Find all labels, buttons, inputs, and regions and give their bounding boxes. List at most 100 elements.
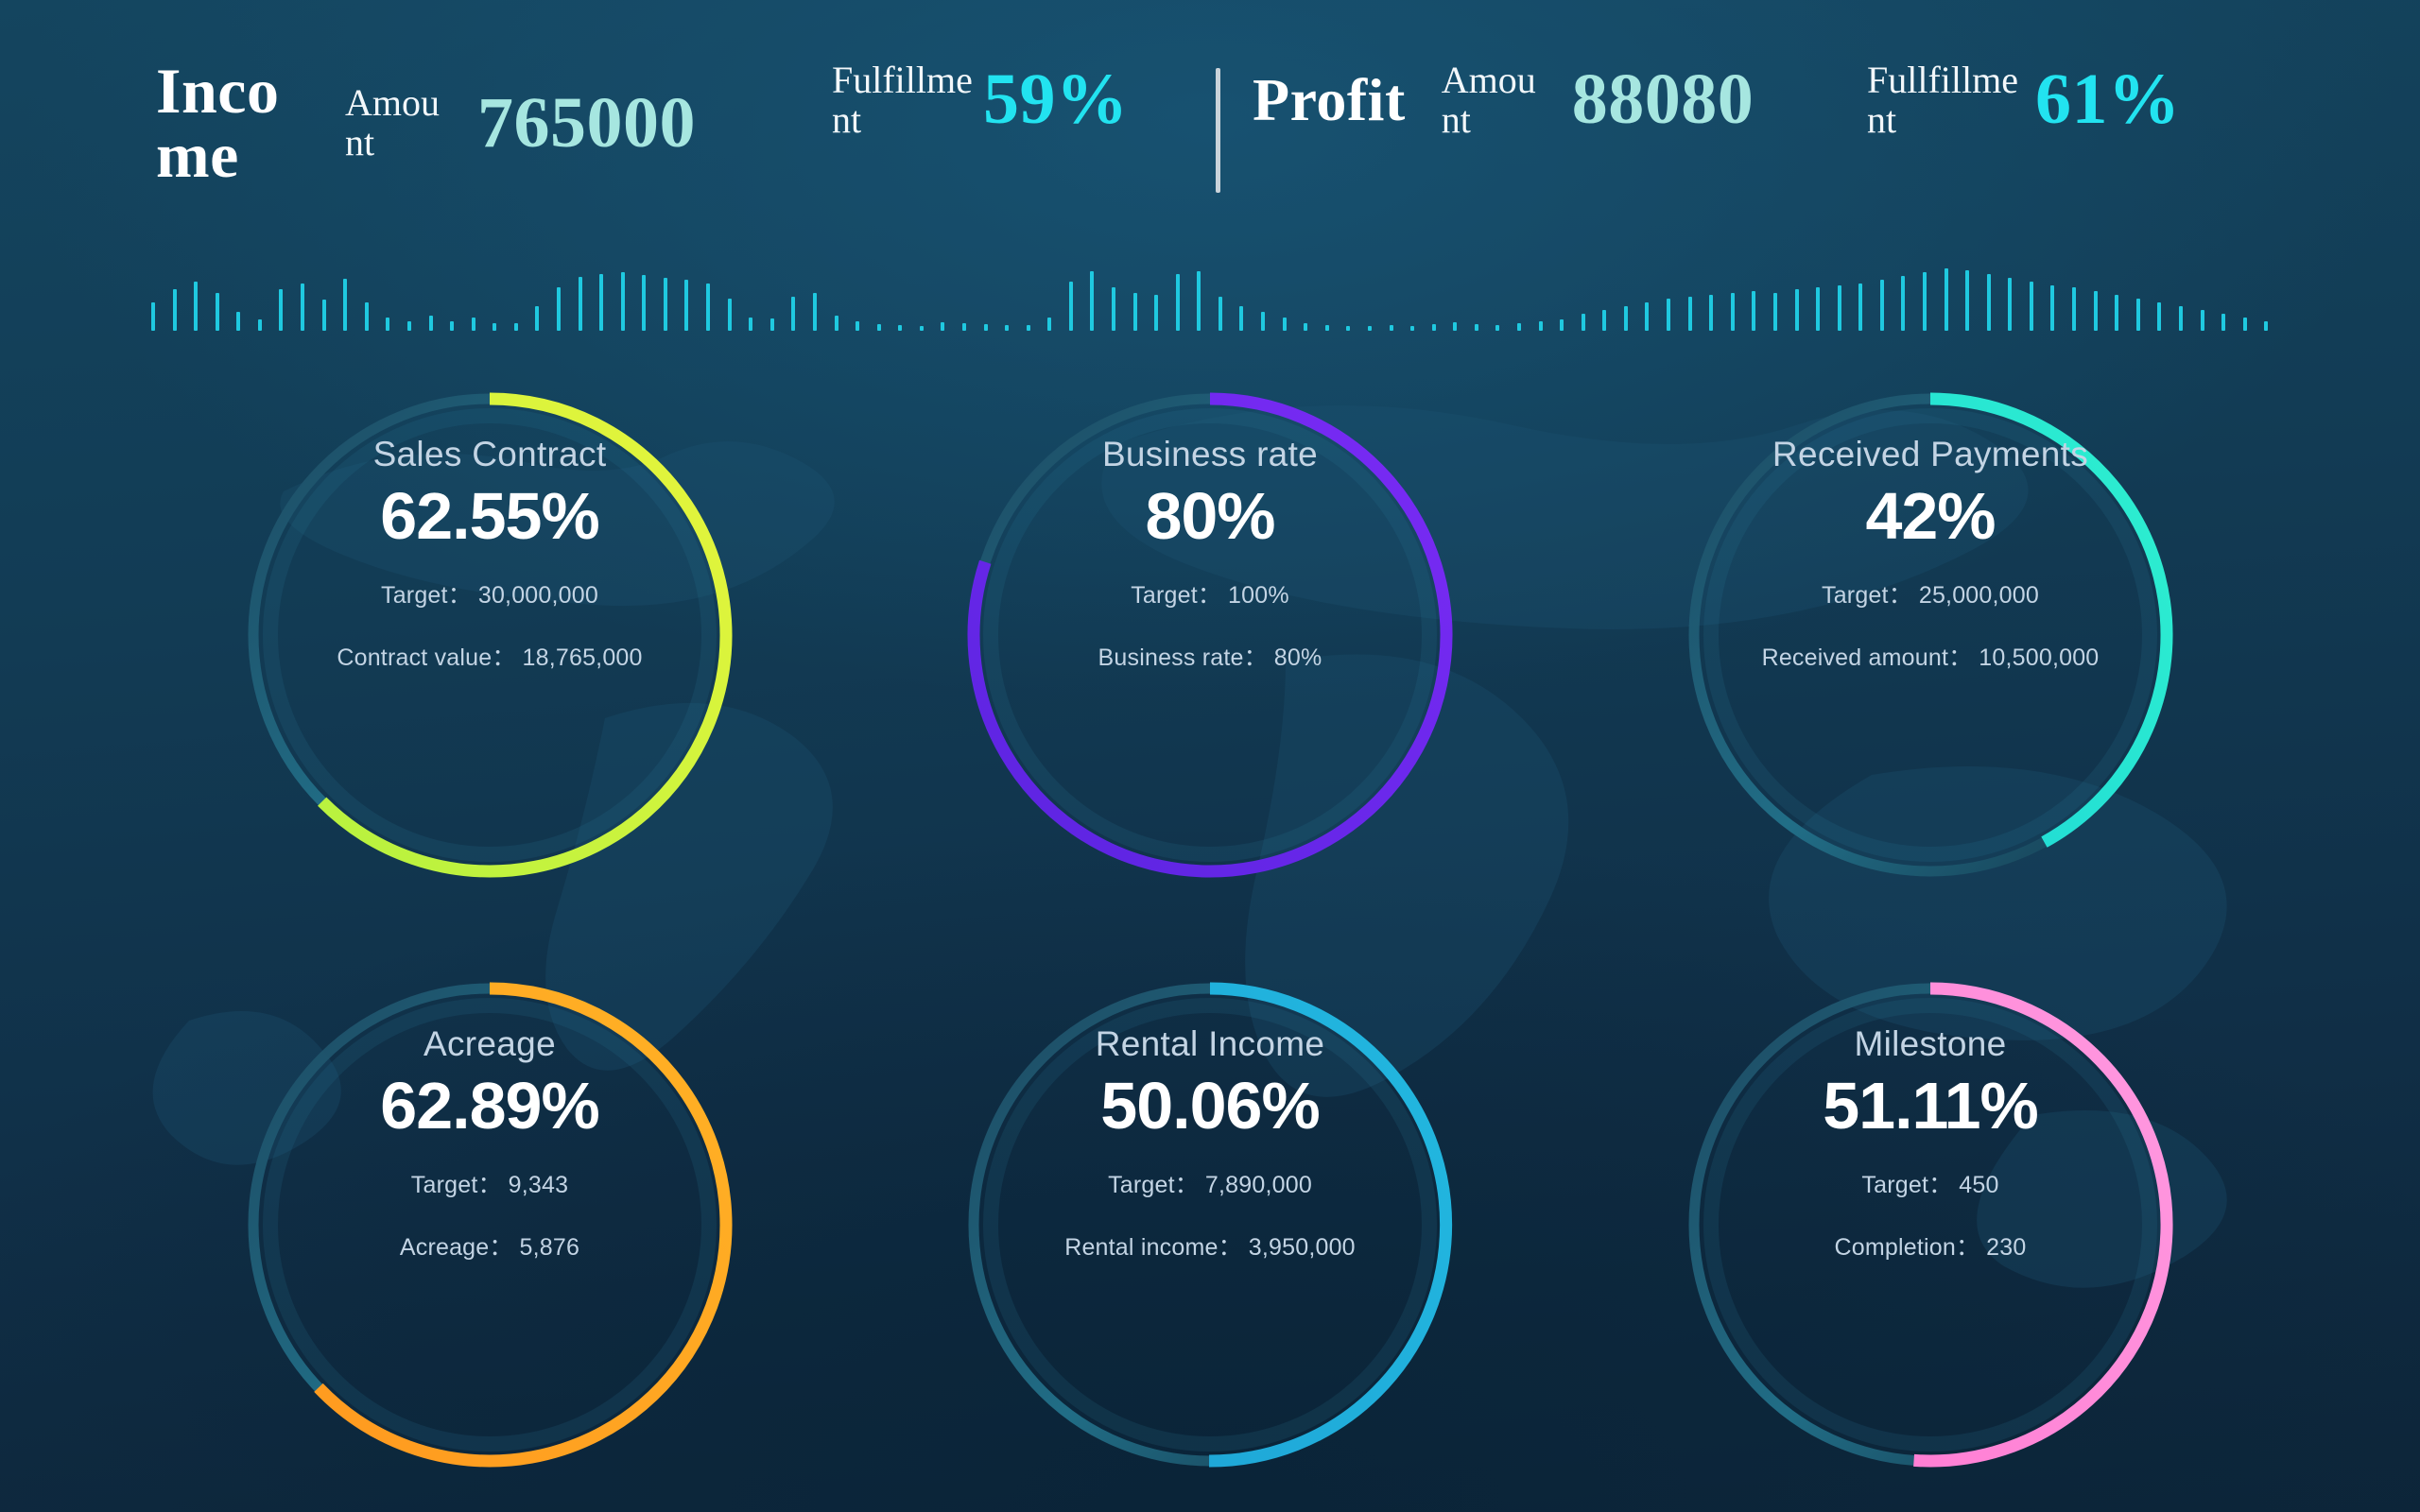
gauge-meta-label: Contract value [337,644,493,671]
waveform-bar [834,316,838,331]
waveform-bar [321,300,326,331]
gauge-meta-target: Target： 450 [1861,1166,1998,1200]
gauge-meta-label: Target [381,582,448,609]
waveform-bar [1026,325,1030,331]
waveform-bar [961,323,966,331]
waveform-bar [343,279,348,331]
waveform-bar [1453,322,1458,331]
waveform-bar [1772,293,1777,331]
gauge-meta-value: 7,890,000 [1198,1172,1312,1198]
gauge-meta-target: Target： 9,343 [411,1166,568,1200]
waveform-bar [1687,297,1692,331]
gauge-meta-value: Completion： 230 [1835,1228,2027,1263]
gauge-content: Rental Income 50.06% Target： 7,890,000 Rent… [917,1024,1503,1263]
kpi-profit-fulfillment-label: Fullfillme nt [1867,58,2018,141]
gauge-percent: 42% [1865,479,1996,553]
gauge-title: Received Payments [1772,435,2089,473]
gauge-card[interactable]: Received Payments 42% Target： 25,000,000 Re… [1637,352,2223,919]
waveform-bar [364,302,369,331]
kpi-income-amount-label: Amou nt [345,81,440,163]
waveform-bar [1816,287,1821,331]
waveform-bar [1304,323,1308,331]
gauge-percent: 80% [1145,479,1275,553]
gauge-meta-target: Target： 30,000,000 [381,576,598,610]
waveform-bar [749,318,753,331]
kpi-profit-fulfillment: Fullfillme nt 61% [1867,59,2181,141]
waveform-bar [257,319,262,331]
waveform-bar [1154,295,1159,331]
kpi-income-amount: Inco me Amou nt 765000 [156,59,696,187]
gauge-meta-separator: ： [1948,644,1973,671]
waveform-bar [1005,325,1010,331]
waveform-bar [1623,306,1628,331]
waveform-bar [1879,280,1884,331]
waveform-bar [1047,318,1052,331]
gauge-meta-separator: ： [1928,1172,1953,1198]
waveform-bar [1132,293,1137,331]
waveform-bar [1730,293,1735,331]
waveform-bar [1112,287,1116,331]
kpi-income-fulfillment: Fulfillme nt 59% [832,59,1129,141]
waveform-bar [898,325,903,331]
waveform-bar [1068,282,1073,331]
waveform-bar [450,321,455,331]
gauge-card[interactable]: Acreage 62.89% Target： 9,343 Acreage： 5,876 [197,941,783,1508]
waveform-bar [1239,306,1244,331]
gauge-content: Received Payments 42% Target： 25,000,000 Re… [1637,435,2223,673]
waveform-bar [1090,271,1095,331]
gauge-card[interactable]: Sales Contract 62.55% Target： 30,000,000 Co… [197,352,783,919]
waveform-bar [1367,326,1372,331]
kpi-income-amount-value: 765000 [477,82,696,163]
waveform-bar [2200,310,2204,331]
waveform-bar [493,323,497,331]
waveform-bar [428,316,433,331]
gauge-meta-separator: ： [1197,582,1221,609]
waveform-bar [1495,325,1500,331]
gauge-content: Milestone 51.11% Target： 450 Completion： 23… [1637,1024,2223,1263]
gauge-meta-value: Acreage： 5,876 [400,1228,579,1263]
gauge-meta-separator: ： [1243,644,1268,671]
waveform-bar [2178,306,2183,331]
waveform-bar [1197,271,1201,331]
waveform-bar [983,324,988,331]
waveform-bar [1346,326,1351,331]
waveform-bar [1965,270,1970,331]
kpi-income-fulfillment-label: Fulfillme nt [832,58,973,141]
gauge-card[interactable]: Rental Income 50.06% Target： 7,890,000 Rent… [917,941,1503,1508]
gauge-meta-separator: ： [1174,1172,1199,1198]
gauge-meta-target: Target： 100% [1131,576,1289,610]
waveform-bar [2157,302,2162,331]
waveform-bar [1560,319,1564,331]
waveform-bar [1517,323,1521,331]
gauge-percent: 62.55% [380,479,599,553]
header-divider [1216,68,1220,193]
waveform-bar [2135,299,2140,331]
gauge-meta-label: Target [410,1172,478,1198]
waveform-bar [663,278,667,331]
waveform-bar [279,289,284,331]
gauge-meta-value: Received amount： 10,500,000 [1762,639,2100,673]
waveform-bar [2264,321,2269,331]
gauge-meta-label: Target [1822,582,1889,609]
gauge-meta-label: Target [1861,1172,1929,1198]
waveform-bar [1944,268,1948,331]
gauge-percent: 62.89% [380,1069,599,1143]
waveform-bar [1667,299,1671,331]
gauge-meta-value: Contract value： 18,765,000 [337,639,642,673]
gauge-meta-label: Received amount [1761,644,1949,671]
gauge-card[interactable]: Milestone 51.11% Target： 450 Completion： 23… [1637,941,2223,1508]
waveform-bar [1645,302,1650,331]
waveform-bar [236,312,241,331]
waveform-bar [1431,324,1436,331]
kpi-profit-fulfillment-value: 61% [2035,60,2181,139]
gauge-meta-label: Rental income [1064,1234,1219,1261]
waveform-bar [2008,278,2013,331]
waveform-bar [194,282,199,331]
waveform-bar [706,284,711,331]
gauge-title: Acreage [424,1024,556,1063]
waveform-bar [1901,276,1906,331]
waveform-bar [1538,321,1543,331]
waveform-bar [2029,282,2033,331]
gauge-card[interactable]: Business rate 80% Target： 100% Business rat… [917,352,1503,919]
gauge-meta-value: 3,950,000 [1241,1234,1356,1261]
